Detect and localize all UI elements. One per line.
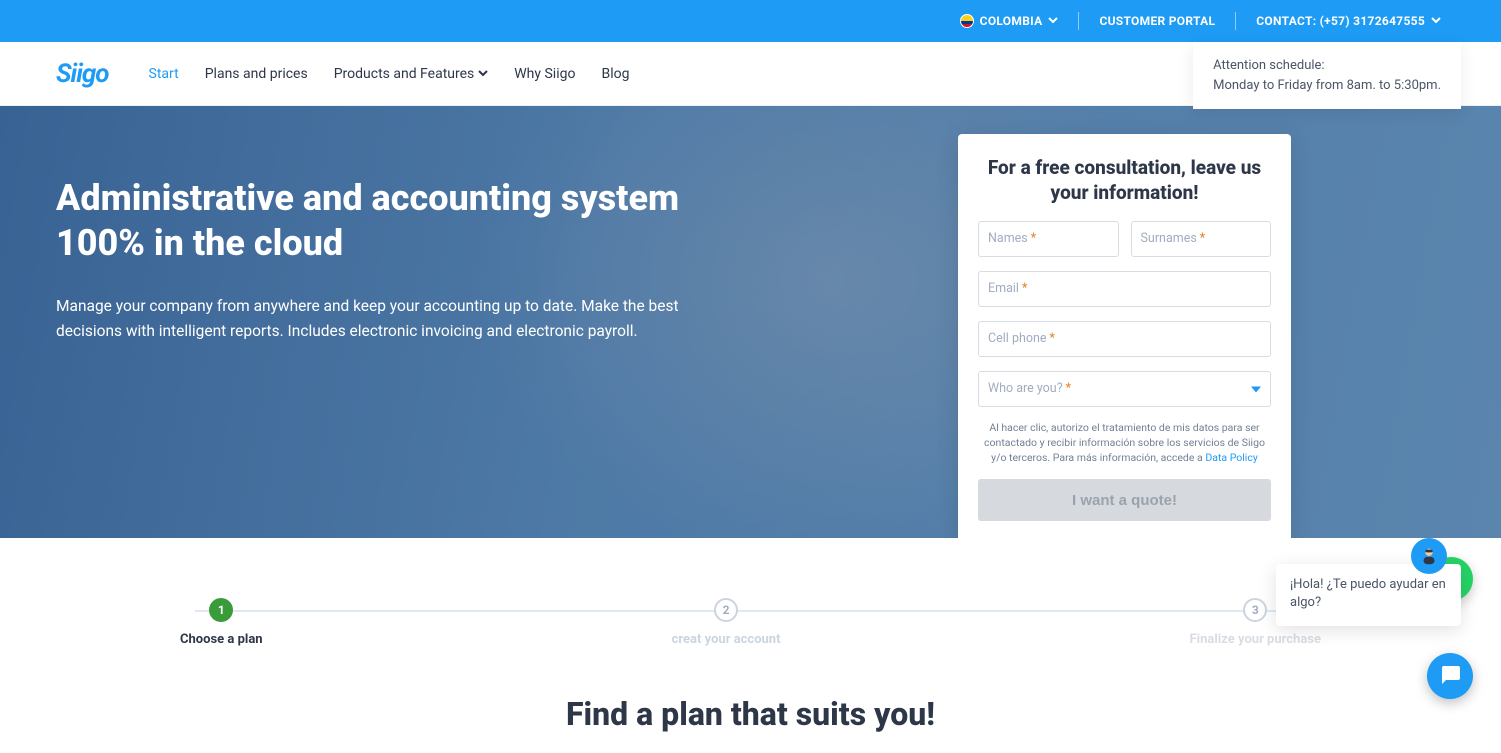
country-selector[interactable]: COLOMBIA	[940, 14, 1079, 28]
step-1-label: Choose a plan	[180, 632, 263, 647]
step-1-number: 1	[209, 598, 233, 622]
plans-heading: Find a plan that suits you!	[0, 695, 1501, 753]
chat-avatar-icon	[1411, 538, 1447, 574]
legal-text: Al hacer clic, autorizo el tratamiento d…	[978, 421, 1271, 465]
step-2-number: 2	[714, 598, 738, 622]
names-input[interactable]	[978, 221, 1119, 257]
hero-subtitle: Manage your company from anywhere and ke…	[56, 294, 724, 344]
nav-products-label: Products and Features	[334, 66, 475, 82]
form-heading: For a free consultation, leave us your i…	[978, 156, 1271, 205]
nav-start[interactable]: Start	[149, 66, 179, 82]
logo[interactable]: Siigo	[56, 59, 109, 89]
hero-section: Administrative and accounting system 100…	[0, 106, 1501, 538]
nav-blog[interactable]: Blog	[601, 66, 629, 82]
country-label: COLOMBIA	[980, 14, 1043, 28]
schedule-line1: Attention schedule:	[1213, 56, 1441, 76]
data-policy-link[interactable]: Data Policy	[1205, 451, 1257, 464]
chevron-down-icon	[478, 66, 488, 82]
surnames-input[interactable]	[1131, 221, 1272, 257]
customer-portal-label: CUSTOMER PORTAL	[1099, 14, 1215, 28]
chat-greeting-bubble[interactable]: ¡Hola! ¿Te puedo ayudar en algo?	[1276, 564, 1461, 626]
who-are-you-select[interactable]	[978, 371, 1271, 407]
chevron-down-icon	[1431, 14, 1441, 28]
chat-launcher-button[interactable]	[1427, 653, 1473, 699]
email-input[interactable]	[978, 271, 1271, 307]
chevron-down-icon	[1048, 14, 1058, 28]
consultation-form: For a free consultation, leave us your i…	[958, 134, 1291, 538]
step-1[interactable]: 1 Choose a plan	[180, 598, 263, 647]
customer-portal-link[interactable]: CUSTOMER PORTAL	[1079, 14, 1235, 28]
schedule-popover: Attention schedule: Monday to Friday fro…	[1193, 42, 1461, 109]
top-bar: COLOMBIA CUSTOMER PORTAL CONTACT: (+57) …	[0, 0, 1501, 42]
nav-products-features[interactable]: Products and Features	[334, 66, 489, 82]
step-3-number: 3	[1243, 598, 1267, 622]
flag-colombia-icon	[960, 14, 974, 28]
step-2-label: creat your account	[672, 632, 781, 647]
contact-dropdown[interactable]: CONTACT: (+57) 3172647555	[1236, 14, 1461, 28]
chat-greeting-text: ¡Hola! ¿Te puedo ayudar en algo?	[1290, 577, 1446, 610]
chat-icon	[1438, 662, 1462, 690]
step-2[interactable]: 2 creat your account	[672, 598, 781, 647]
step-3-label: Finalize your purchase	[1190, 632, 1321, 647]
hero-content: Administrative and accounting system 100…	[0, 106, 780, 414]
nav-plans-prices[interactable]: Plans and prices	[205, 66, 308, 82]
cellphone-input[interactable]	[978, 321, 1271, 357]
schedule-line2: Monday to Friday from 8am. to 5:30pm.	[1213, 76, 1441, 96]
contact-label: CONTACT: (+57) 3172647555	[1256, 14, 1425, 28]
hero-title: Administrative and accounting system 100…	[56, 176, 724, 266]
quote-button[interactable]: I want a quote!	[978, 479, 1271, 521]
nav-why-siigo[interactable]: Why Siigo	[514, 66, 575, 82]
